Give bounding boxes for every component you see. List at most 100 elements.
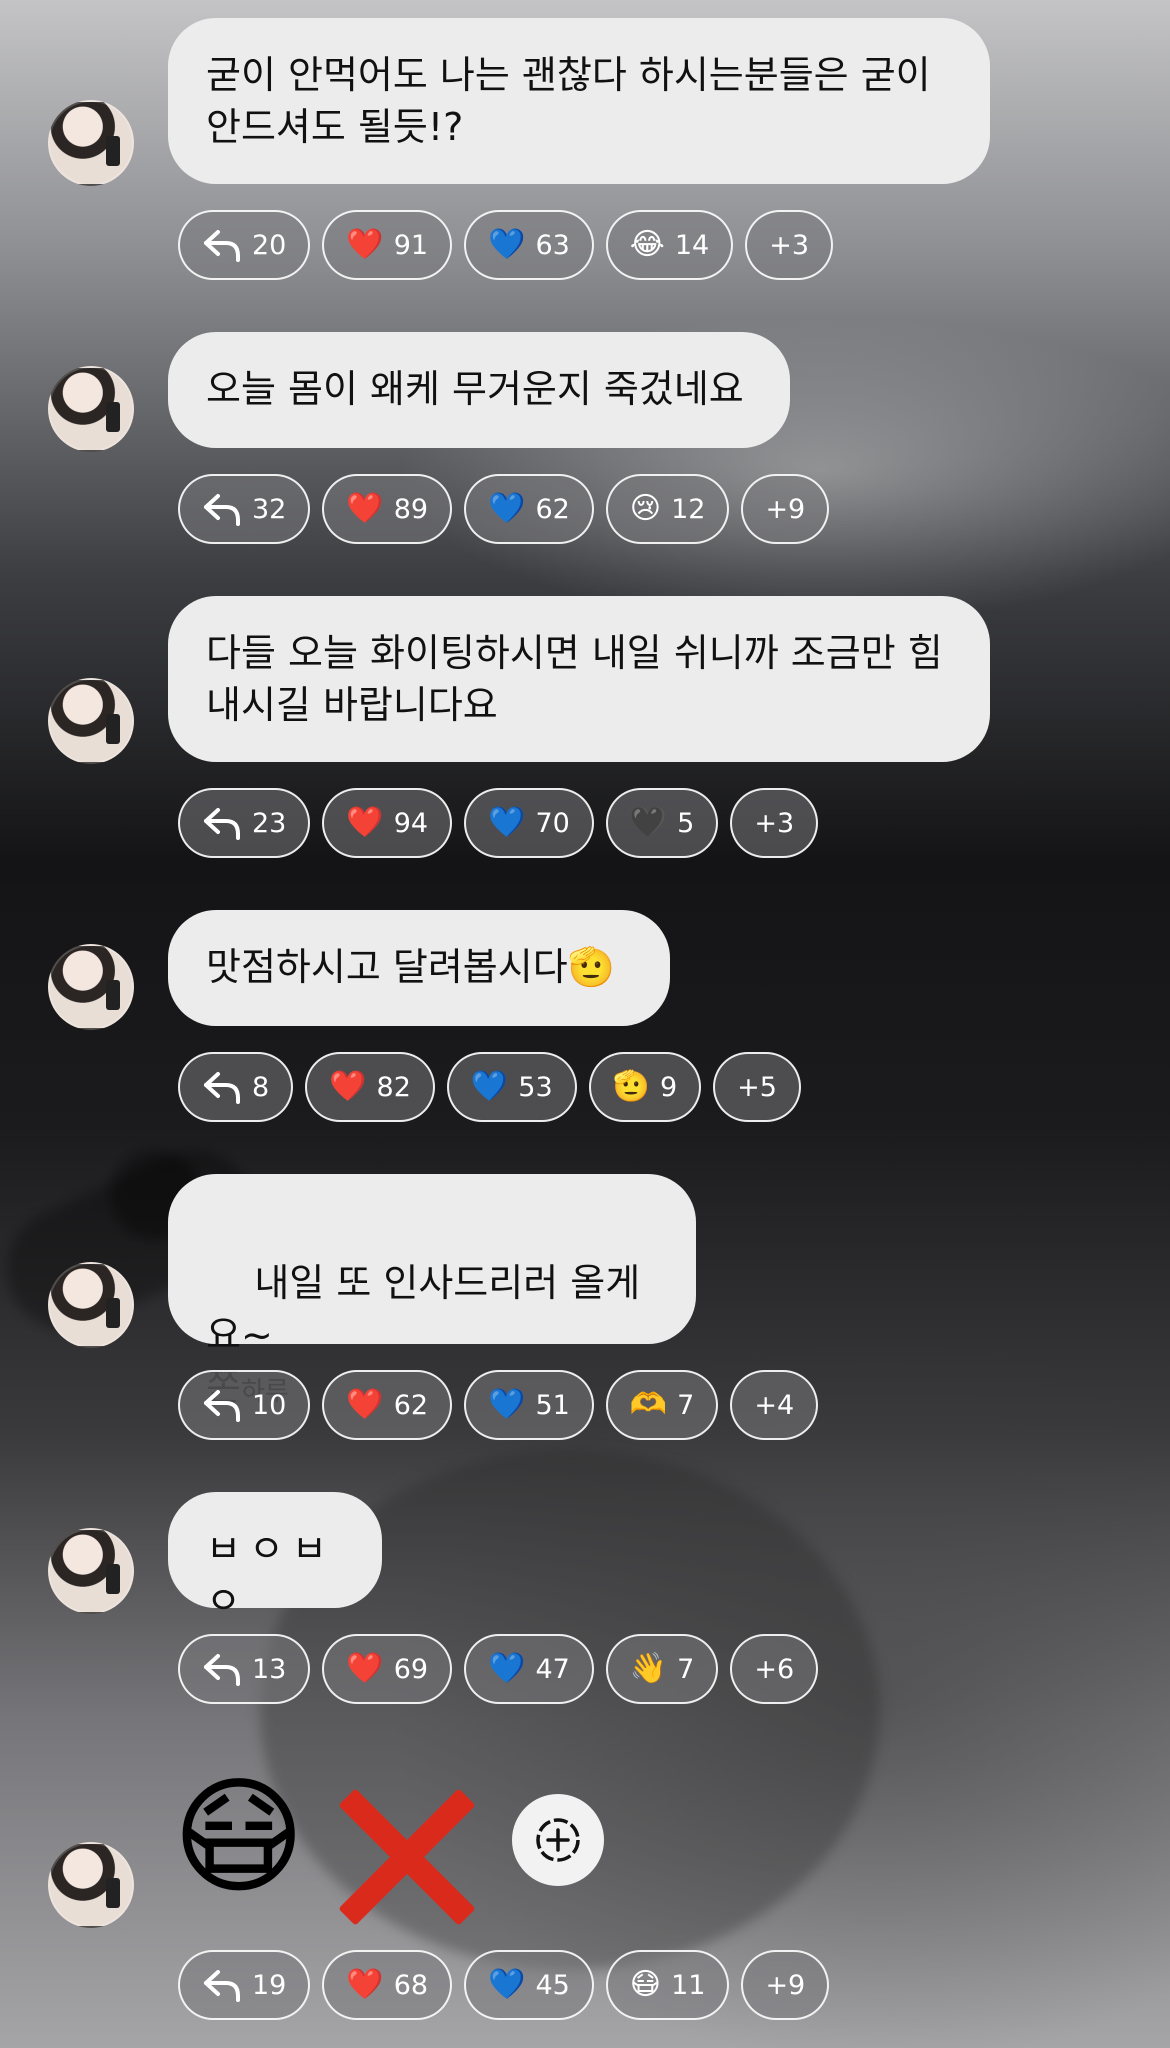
avatar[interactable] [48,678,134,764]
more-reactions-count: +9 [765,1969,806,2001]
message-bubble[interactable]: 맛점하시고 달려봅시다🫡 [168,910,670,1026]
reply-count-chip[interactable]: 32 [178,474,311,544]
heart-count: 91 [393,229,429,261]
reply-count: 20 [252,229,287,261]
more-reactions-count: +4 [754,1389,795,1421]
more-reactions-count: +5 [737,1071,777,1103]
blue-heart-icon: 💙 [488,1967,526,2002]
blue-heart-count: 45 [535,1969,570,2001]
avatar[interactable] [48,944,134,1030]
reply-count-chip[interactable]: 20 [178,210,311,280]
heart-icon: ❤️ [346,491,384,526]
avatar[interactable] [48,100,134,186]
reply-count: 8 [252,1071,270,1103]
blue-heart-reaction-chip[interactable]: 💙 47 [464,1634,594,1704]
blue-heart-icon: 💙 [488,491,526,526]
saluting-face-icon: 🫡 [612,1069,650,1104]
more-reactions-chip[interactable]: +5 [713,1052,801,1122]
heart-reaction-chip[interactable]: ❤️ 91 [322,210,453,280]
message-bubble[interactable]: 굳이 안먹어도 나는 괜찮다 하시는분들은 굳이 안드셔도 될듯!? [168,18,990,184]
heart-reaction-chip[interactable]: ❤️ 94 [322,788,453,858]
avatar[interactable] [48,1262,134,1348]
heart-reaction-chip[interactable]: ❤️ 89 [322,474,453,544]
blue-heart-count: 53 [518,1071,553,1103]
reply-arrow-icon [204,494,240,526]
more-reactions-chip[interactable]: +6 [730,1634,819,1704]
more-reactions-count: +3 [754,807,795,839]
heart-icon: ❤️ [346,805,384,840]
blue-heart-icon: 💙 [488,1387,526,1422]
heart-reaction-chip[interactable]: ❤️ 62 [322,1370,453,1440]
blue-heart-count: 62 [535,493,570,525]
cross-mark-icon[interactable] [332,1782,482,1932]
reply-count-chip[interactable]: 8 [178,1052,294,1122]
heart-count: 82 [376,1071,411,1103]
reply-count: 23 [252,807,287,839]
extra-reaction-chip[interactable]: 🖤 5 [605,788,719,858]
reply-count-chip[interactable]: 19 [178,1950,311,2020]
heart-hands-icon: 🫶 [629,1387,668,1422]
message-bubble[interactable]: 내일 또 인사드리러 올게요~ 쫀하루 [168,1174,696,1409]
reaction-bar: 10 ❤️ 62 💙 51 🫶 7 +4 [178,1370,819,1440]
reaction-bar: 8 ❤️ 82 💙 53 🫡 9 +5 [178,1052,801,1122]
extra-reaction-count: 5 [677,807,695,839]
laughing-emoji-icon: 😂 [629,227,665,262]
extra-reaction-chip[interactable]: 😷 11 [605,1950,730,2020]
reply-arrow-icon [204,230,240,262]
heart-reaction-chip[interactable]: ❤️ 82 [305,1052,435,1122]
blue-heart-count: 70 [535,807,570,839]
reaction-bar: 13 ❤️ 69 💙 47 👋 7 +6 [178,1634,819,1704]
avatar[interactable] [48,1842,134,1928]
heart-reaction-chip[interactable]: ❤️ 68 [322,1950,453,2020]
more-reactions-chip[interactable]: +4 [730,1370,819,1440]
reply-count: 13 [252,1653,287,1685]
message-bubble[interactable]: 오늘 몸이 왜케 무거운지 죽겄네요 [168,332,790,448]
heart-icon: ❤️ [329,1069,367,1104]
blue-heart-count: 51 [535,1389,570,1421]
blue-heart-reaction-chip[interactable]: 💙 51 [464,1370,594,1440]
avatar[interactable] [48,1528,134,1614]
reaction-bar: 19 ❤️ 68 💙 45 😷 11 +9 [178,1950,830,2020]
reply-arrow-icon [204,1654,240,1686]
mask-face-icon: 😷 [629,1967,662,2002]
blue-heart-reaction-chip[interactable]: 💙 63 [464,210,594,280]
extra-reaction-chip[interactable]: 😢 12 [605,474,730,544]
reply-count: 19 [252,1969,287,2001]
blue-heart-icon: 💙 [488,805,526,840]
blue-heart-reaction-chip[interactable]: 💙 70 [464,788,594,858]
reply-count-chip[interactable]: 23 [178,788,311,858]
more-reactions-chip[interactable]: +9 [741,1950,830,2020]
extra-reaction-chip[interactable]: 🫡 9 [588,1052,702,1122]
reply-arrow-icon [204,1970,240,2002]
message-bubble[interactable]: ㅂㅇㅂㅇ [168,1492,382,1623]
extra-reaction-chip[interactable]: 👋 7 [605,1634,719,1704]
blue-heart-reaction-chip[interactable]: 💙 53 [446,1052,577,1122]
heart-count: 69 [393,1653,429,1685]
heart-icon: ❤️ [346,227,384,262]
black-heart-icon: 🖤 [629,805,668,840]
extra-reaction-chip[interactable]: 🫶 7 [605,1370,719,1440]
avatar[interactable] [48,366,134,452]
more-reactions-chip[interactable]: +9 [741,474,830,544]
extra-reaction-count: 14 [674,229,710,261]
more-reactions-count: +3 [769,229,810,261]
more-reactions-chip[interactable]: +3 [745,210,834,280]
heart-icon: ❤️ [346,1387,384,1422]
reaction-bar: 23 ❤️ 94 💙 70 🖤 5 +3 [178,788,819,858]
more-reactions-chip[interactable]: +3 [730,788,819,858]
mask-face-emoji[interactable]: 😷 [172,1774,305,1902]
reaction-bar: 20 ❤️ 91 💙 63 😂 14 +3 [178,210,834,280]
blue-heart-count: 63 [535,229,570,261]
reply-arrow-icon [204,1390,240,1422]
heart-reaction-chip[interactable]: ❤️ 69 [322,1634,453,1704]
message-bubble[interactable]: 다들 오늘 화이팅하시면 내일 쉬니까 조금만 힘 내시길 바랍니다요 [168,596,990,762]
extra-reaction-count: 12 [671,493,706,525]
blue-heart-icon: 💙 [488,227,526,262]
blue-heart-reaction-chip[interactable]: 💙 45 [464,1950,594,2020]
reply-count-chip[interactable]: 13 [178,1634,311,1704]
extra-reaction-chip[interactable]: 😂 14 [605,210,734,280]
reply-count-chip[interactable]: 10 [178,1370,311,1440]
add-reaction-button[interactable] [512,1794,604,1886]
waving-hand-icon: 👋 [629,1651,668,1686]
blue-heart-reaction-chip[interactable]: 💙 62 [464,474,594,544]
